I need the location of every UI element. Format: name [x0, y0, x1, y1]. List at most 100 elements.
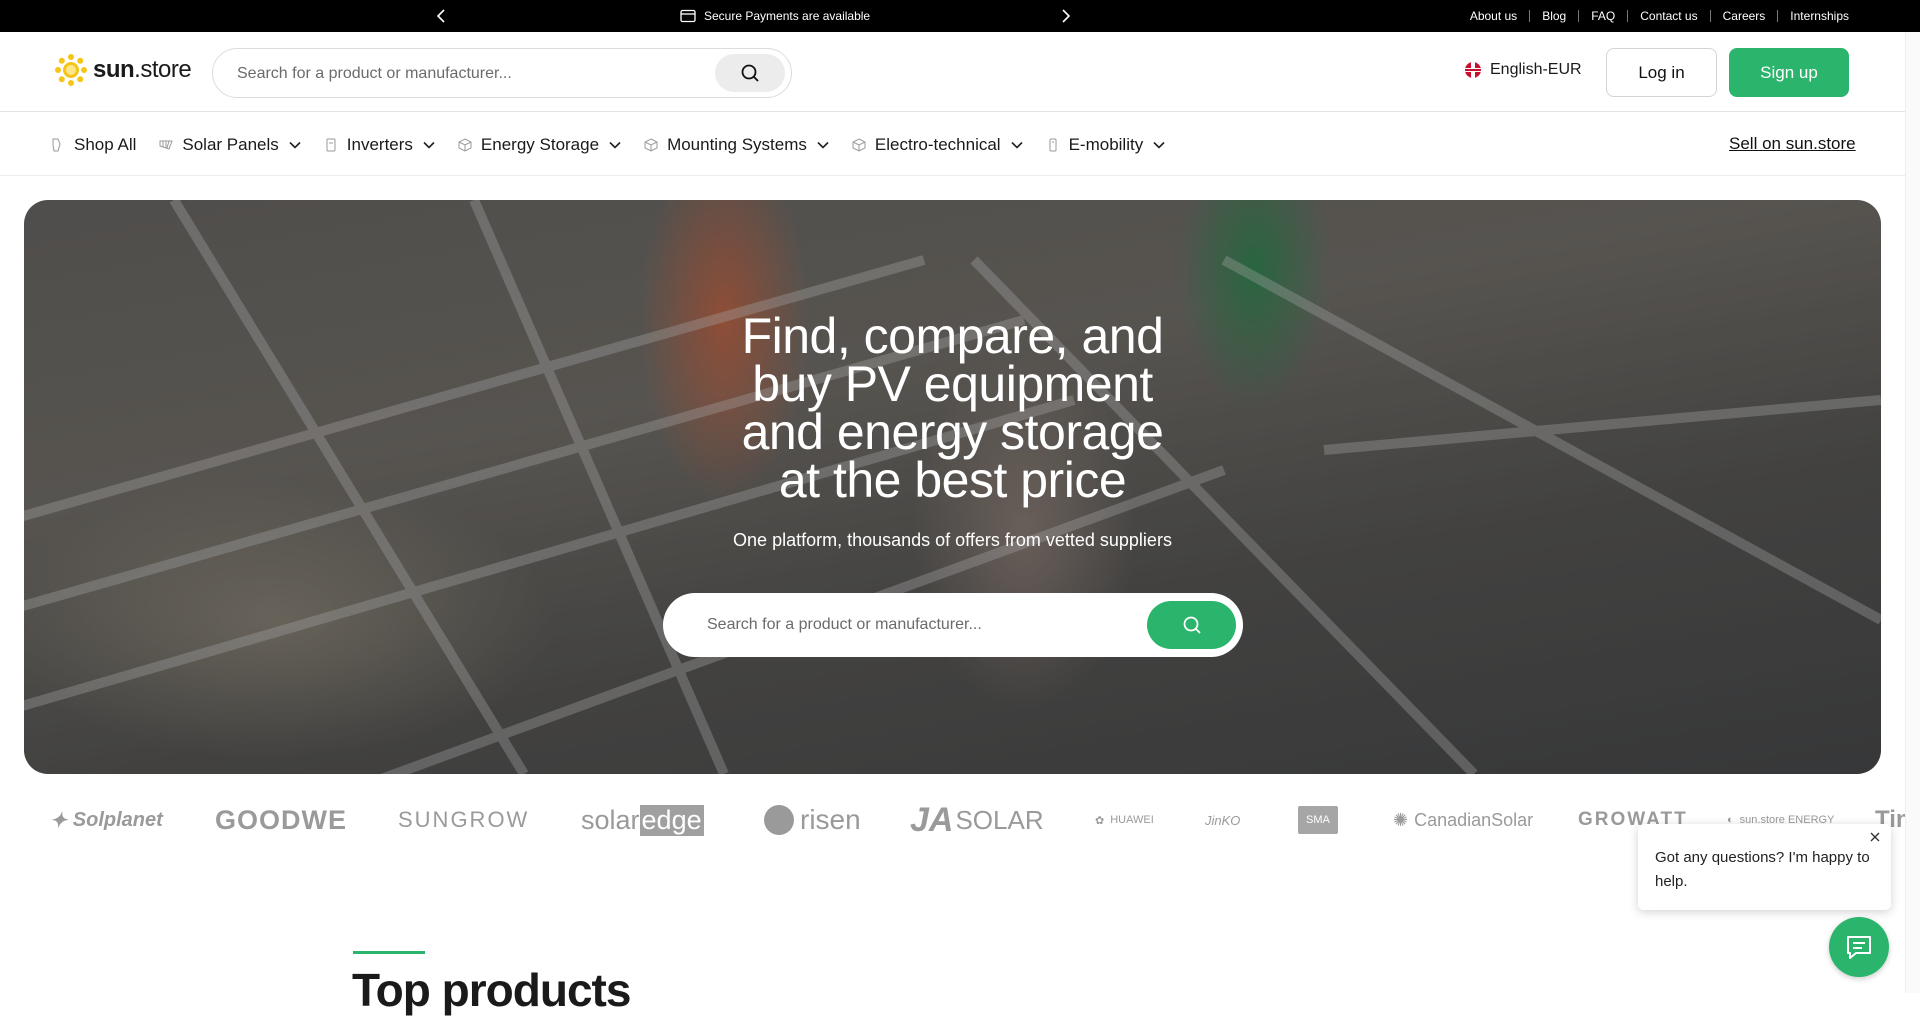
- brand-logo-sma[interactable]: SMA: [1298, 800, 1338, 840]
- chevron-down-icon: [1011, 141, 1023, 149]
- section-title: Top products: [352, 964, 631, 1016]
- brand-name: JinKO: [1205, 812, 1241, 828]
- brand-name: GOODWE: [215, 804, 347, 835]
- language-selector[interactable]: English-EUR: [1465, 61, 1582, 79]
- close-icon[interactable]: [1868, 830, 1882, 844]
- signup-button[interactable]: Sign up: [1729, 48, 1849, 97]
- nav-shop-all[interactable]: Shop All: [50, 135, 136, 155]
- nav-electro-technical[interactable]: Electro-technical: [851, 135, 1023, 155]
- brand-logo-goodwe[interactable]: GOODWE: [215, 800, 347, 840]
- careers-link[interactable]: Careers: [1723, 9, 1766, 23]
- nav-label: E-mobility: [1068, 134, 1144, 154]
- solar-panel-icon: [159, 140, 174, 150]
- brand-logo-solplanet[interactable]: ✦ Solplanet: [50, 800, 163, 840]
- hero-search-button[interactable]: [1147, 601, 1236, 649]
- brand-name: SOLAR: [955, 804, 1044, 835]
- blog-link[interactable]: Blog: [1542, 9, 1566, 23]
- nav-label: Mounting Systems: [667, 134, 807, 154]
- charger-icon: [1049, 138, 1057, 151]
- logo[interactable]: sun.store: [55, 54, 192, 86]
- brand-name: edge: [639, 804, 704, 836]
- card-icon: [680, 9, 696, 23]
- previous-announcement-button[interactable]: [431, 6, 451, 26]
- nav-e-mobility[interactable]: E-mobility: [1045, 135, 1166, 155]
- logo-text: sun.store: [93, 56, 192, 84]
- category-nav: Shop All Solar Panels Inverters Energy S…: [0, 113, 1905, 176]
- uk-flag-icon: [1465, 62, 1481, 78]
- brand-logo-solaredge[interactable]: solar edge: [581, 800, 704, 840]
- hero-title-line: at the best price: [778, 452, 1127, 508]
- divider: [1777, 10, 1779, 22]
- risen-mark-icon: [764, 805, 794, 835]
- chevron-down-icon: [1153, 141, 1165, 149]
- brand-logos-strip: ✦ Solplanet GOODWE SUNGROW solar edge rise…: [0, 800, 1905, 840]
- brand-logo-risen[interactable]: risen: [764, 800, 861, 840]
- battery-icon: [458, 137, 472, 152]
- brand-logo-huawei[interactable]: ✿ HUAWEI: [1095, 800, 1154, 840]
- brand-name: SUNGROW: [398, 807, 530, 832]
- top-links: About us Blog FAQ Contact us Careers Int…: [1470, 0, 1849, 32]
- announcement: Secure Payments are available: [680, 0, 870, 32]
- mounting-icon: [644, 137, 658, 152]
- nav-label: Solar Panels: [182, 134, 279, 154]
- nav-label: Inverters: [346, 134, 413, 154]
- hero-search: [663, 593, 1243, 657]
- contact-us-link[interactable]: Contact us: [1640, 9, 1697, 23]
- inverter-icon: [326, 138, 336, 151]
- hero-search-input[interactable]: [707, 613, 1127, 637]
- brand-name: risen: [800, 804, 861, 835]
- sell-on-sunstore-link[interactable]: Sell on sun.store: [1729, 134, 1856, 154]
- chat-message: Got any questions? I'm happy to help.: [1655, 849, 1870, 890]
- next-announcement-button[interactable]: [1056, 6, 1076, 26]
- nav-label: Energy Storage: [480, 134, 600, 154]
- brand-logo-sungrow[interactable]: SUNGROW: [398, 800, 529, 840]
- chevron-down-icon: [289, 141, 301, 149]
- brand-logo-jinko[interactable]: JinKO: [1205, 800, 1240, 840]
- site-header: sun.store English-EUR Log in Sign up: [0, 32, 1905, 112]
- brand-logo-canadiansolar[interactable]: ✺ CanadianSolar: [1393, 800, 1533, 840]
- search-icon: [741, 64, 759, 82]
- internships-link[interactable]: Internships: [1790, 9, 1849, 23]
- hero-title: Find, compare, and buy PV equipment and …: [24, 308, 1881, 508]
- announcement-text: Secure Payments are available: [704, 9, 871, 23]
- nav-solar-panels[interactable]: Solar Panels: [158, 134, 301, 155]
- brand-name: Solplanet: [72, 808, 163, 831]
- search-icon: [1183, 616, 1201, 634]
- chat-launcher-button[interactable]: [1829, 917, 1889, 977]
- brand-name: solar: [581, 804, 640, 835]
- brand-name: CanadianSolar: [1414, 809, 1534, 830]
- canadiansolar-mark-icon: ✺: [1393, 809, 1409, 830]
- nav-energy-storage[interactable]: Energy Storage: [457, 135, 621, 155]
- announcement-bar: Secure Payments are available About us B…: [0, 0, 1920, 32]
- chevron-down-icon: [609, 141, 621, 149]
- faq-link[interactable]: FAQ: [1591, 9, 1615, 23]
- brand-name: HUAWEI: [1110, 814, 1154, 826]
- page-scrollbar[interactable]: [1905, 32, 1920, 993]
- huawei-mark-icon: ✿: [1095, 814, 1105, 827]
- chevron-right-icon: [1062, 9, 1071, 23]
- hero-title-line: Find, compare, and: [741, 308, 1164, 364]
- chevron-down-icon: [817, 141, 829, 149]
- nav-inverters[interactable]: Inverters: [323, 135, 435, 155]
- language-label: English-EUR: [1490, 61, 1582, 78]
- divider: [1529, 10, 1531, 22]
- header-search-button[interactable]: [715, 54, 785, 92]
- hero-title-line: buy PV equipment: [752, 356, 1153, 412]
- login-button[interactable]: Log in: [1606, 48, 1717, 97]
- chat-icon: [1847, 936, 1871, 959]
- header-search-input[interactable]: [237, 62, 697, 86]
- brand-name: JA: [910, 800, 954, 839]
- hero-subtitle: One platform, thousands of offers from v…: [733, 530, 1172, 550]
- hero-title-line: and energy storage: [741, 404, 1164, 460]
- header-search: [212, 48, 792, 98]
- chevron-left-icon: [436, 9, 445, 23]
- logo-text-bold: sun: [93, 56, 135, 83]
- nav-mounting-systems[interactable]: Mounting Systems: [643, 135, 829, 155]
- sun-logo-icon: [55, 54, 87, 86]
- divider: [1578, 10, 1580, 22]
- nav-label: Shop All: [74, 134, 137, 154]
- solplanet-mark-icon: ✦: [50, 809, 67, 832]
- about-us-link[interactable]: About us: [1470, 9, 1517, 23]
- divider: [1709, 10, 1711, 22]
- brand-logo-jasolar[interactable]: JA SOLAR: [910, 800, 1044, 840]
